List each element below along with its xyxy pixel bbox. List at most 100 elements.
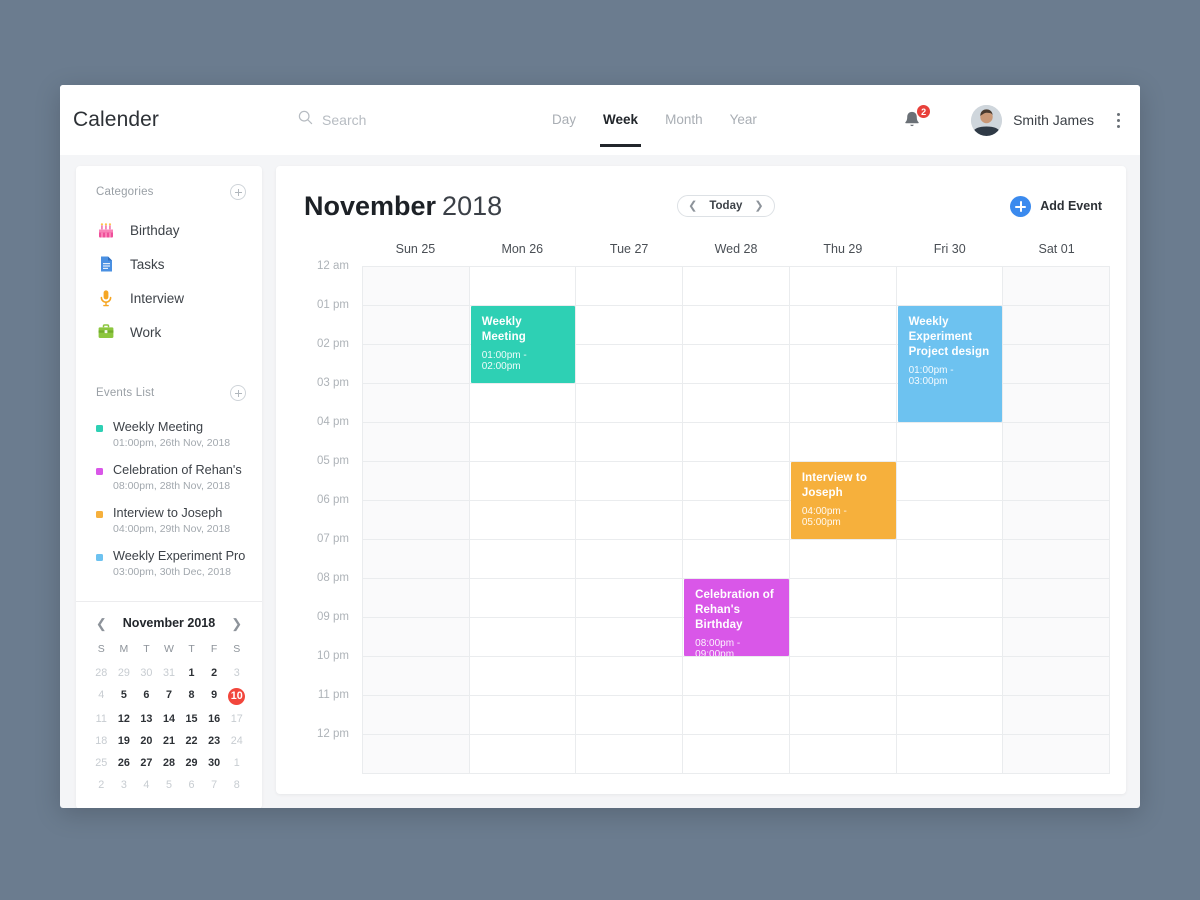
time-slot[interactable] xyxy=(683,345,789,384)
time-slot[interactable] xyxy=(683,540,789,579)
mini-calendar-day[interactable]: 4 xyxy=(90,688,113,705)
time-slot[interactable] xyxy=(1003,501,1110,540)
time-slot[interactable] xyxy=(576,501,683,540)
mini-calendar-day[interactable]: 6 xyxy=(135,688,158,705)
notifications-button[interactable]: 2 xyxy=(901,104,932,133)
mini-calendar-day[interactable]: 1 xyxy=(180,666,203,681)
mini-calendar-day[interactable]: 26 xyxy=(113,756,136,771)
time-slot[interactable] xyxy=(363,384,469,423)
mini-calendar-day[interactable]: 1 xyxy=(225,756,248,771)
time-slot[interactable] xyxy=(1003,540,1110,579)
day-header-3[interactable]: Wed 28 xyxy=(683,242,790,266)
mini-calendar-day[interactable]: 15 xyxy=(180,712,203,727)
day-column-3[interactable] xyxy=(683,267,790,774)
time-slot[interactable] xyxy=(789,306,896,345)
time-slot[interactable] xyxy=(576,579,683,618)
category-item-tasks[interactable]: Tasks xyxy=(76,247,262,281)
time-slot[interactable] xyxy=(1003,306,1110,345)
mini-calendar-day[interactable]: 24 xyxy=(225,734,248,749)
time-slot[interactable] xyxy=(469,696,576,735)
time-slot[interactable] xyxy=(683,462,789,501)
time-slot[interactable] xyxy=(576,657,683,696)
mini-calendar-day[interactable]: 12 xyxy=(113,712,136,727)
today-navigation[interactable]: ❮ Today ❯ xyxy=(677,195,775,217)
time-slot[interactable] xyxy=(683,501,789,540)
mini-calendar-today[interactable]: 10 xyxy=(225,688,248,705)
search-box[interactable] xyxy=(298,110,483,130)
time-slot[interactable] xyxy=(896,462,1003,501)
time-slot[interactable] xyxy=(683,384,789,423)
mini-calendar-day[interactable]: 13 xyxy=(135,712,158,727)
time-slot[interactable] xyxy=(576,735,683,774)
time-slot[interactable] xyxy=(789,657,896,696)
time-slot[interactable] xyxy=(789,384,896,423)
time-slot[interactable] xyxy=(363,423,469,462)
mini-calendar-day[interactable]: 27 xyxy=(135,756,158,771)
time-slot[interactable] xyxy=(789,540,896,579)
mini-calendar-day[interactable]: 21 xyxy=(158,734,181,749)
mini-calendar-day[interactable]: 28 xyxy=(90,666,113,681)
day-header-1[interactable]: Mon 26 xyxy=(469,242,576,266)
time-slot[interactable] xyxy=(576,423,683,462)
time-slot[interactable] xyxy=(896,735,1003,774)
mini-calendar-day[interactable]: 4 xyxy=(135,778,158,793)
mini-calendar-day[interactable]: 22 xyxy=(180,734,203,749)
time-slot[interactable] xyxy=(789,423,896,462)
time-slot[interactable] xyxy=(363,267,469,306)
time-slot[interactable] xyxy=(363,345,469,384)
day-column-0[interactable] xyxy=(363,267,470,774)
time-slot[interactable] xyxy=(896,696,1003,735)
category-item-birthday[interactable]: Birthday xyxy=(76,213,262,247)
time-slot[interactable] xyxy=(576,345,683,384)
kebab-menu-icon[interactable] xyxy=(1110,110,1126,130)
chevron-left-icon[interactable]: ❮ xyxy=(688,200,697,212)
time-slot[interactable] xyxy=(469,618,576,657)
time-slot[interactable] xyxy=(576,618,683,657)
time-slot[interactable] xyxy=(896,657,1003,696)
mini-calendar-day[interactable]: 19 xyxy=(113,734,136,749)
tab-day[interactable]: Day xyxy=(552,112,576,129)
mini-calendar-day[interactable]: 20 xyxy=(135,734,158,749)
time-slot[interactable] xyxy=(1003,267,1110,306)
time-slot[interactable] xyxy=(576,540,683,579)
time-slot[interactable] xyxy=(1003,579,1110,618)
mini-calendar-day[interactable]: 25 xyxy=(90,756,113,771)
list-item[interactable]: Weekly Experiment Pro... 03:00pm, 30th D… xyxy=(76,542,262,585)
mini-calendar-day[interactable]: 28 xyxy=(158,756,181,771)
time-slot[interactable] xyxy=(683,306,789,345)
mini-calendar-day[interactable]: 29 xyxy=(180,756,203,771)
time-slot[interactable] xyxy=(683,423,789,462)
avatar[interactable] xyxy=(971,104,1003,136)
mini-calendar-day[interactable]: 5 xyxy=(158,778,181,793)
mini-calendar-day[interactable]: 8 xyxy=(180,688,203,705)
mini-calendar-day[interactable]: 23 xyxy=(203,734,226,749)
time-slot[interactable] xyxy=(469,267,576,306)
list-item[interactable]: Weekly Meeting 01:00pm, 26th Nov, 2018 xyxy=(76,413,262,456)
time-slot[interactable] xyxy=(789,267,896,306)
category-item-work[interactable]: Work xyxy=(76,315,262,349)
time-slot[interactable] xyxy=(683,696,789,735)
time-slot[interactable] xyxy=(789,579,896,618)
day-column-6[interactable] xyxy=(1003,267,1111,774)
day-header-0[interactable]: Sun 25 xyxy=(362,242,469,266)
time-slot[interactable] xyxy=(1003,696,1110,735)
time-slot[interactable] xyxy=(896,501,1003,540)
time-slot[interactable] xyxy=(789,735,896,774)
time-slot[interactable] xyxy=(1003,735,1110,774)
add-event-list-icon[interactable] xyxy=(230,385,246,401)
mini-calendar-day[interactable]: 30 xyxy=(203,756,226,771)
time-slot[interactable] xyxy=(576,462,683,501)
time-slot[interactable] xyxy=(1003,423,1110,462)
add-category-icon[interactable] xyxy=(230,184,246,200)
mini-calendar-day[interactable]: 30 xyxy=(135,666,158,681)
list-item[interactable]: Interview to Joseph 04:00pm, 29th Nov, 2… xyxy=(76,499,262,542)
mini-calendar-day[interactable]: 6 xyxy=(180,778,203,793)
add-event-button[interactable]: Add Event xyxy=(1010,195,1102,217)
time-slot[interactable] xyxy=(469,735,576,774)
time-slot[interactable] xyxy=(363,696,469,735)
time-slot[interactable] xyxy=(576,696,683,735)
time-slot[interactable] xyxy=(683,657,789,696)
day-column-2[interactable] xyxy=(576,267,684,774)
time-slot[interactable] xyxy=(789,618,896,657)
time-slot[interactable] xyxy=(469,501,576,540)
